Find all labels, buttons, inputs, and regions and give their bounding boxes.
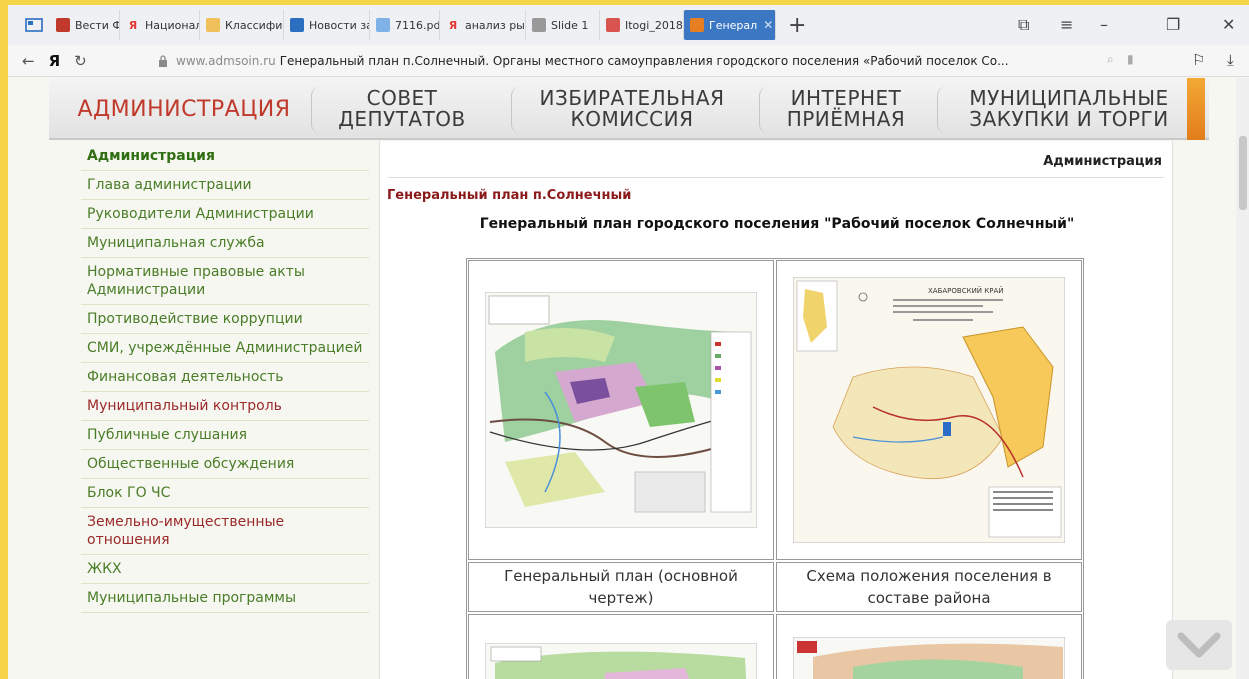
url-domain: www.admsoin.ru [176,54,276,68]
sidebar-item[interactable]: Публичные слушания [81,421,369,450]
sidebar-menu: Администрация Глава администрации Руководи… [81,142,369,613]
page-title-text: Генеральный план п.Солнечный. Органы мес… [279,54,1009,68]
divider [388,177,1164,178]
browser-tab[interactable]: Slide 1 [526,10,600,40]
url-field[interactable]: www.admsoin.ru Генеральный план п.Солнеч… [158,49,1143,73]
tab-close-icon[interactable]: ✕ [763,18,773,32]
browser-tab-bar: Вести ФМ Я Национальн Классифика Новости за 7… [8,5,1249,45]
tab-favicon-icon [376,18,390,32]
scrollbar-thumb[interactable] [1239,136,1247,210]
nav-internet-reception[interactable]: ИНТЕРНЕТ ПРИЁМНАЯ [771,78,921,140]
caption-district-scheme: Схема положения поселения в составе райо… [776,562,1082,612]
nav-separator [511,86,525,134]
sidebar-item[interactable]: Общественные обсуждения [81,450,369,479]
svg-text:ХАБАРОВСКИЙ КРАЙ: ХАБАРОВСКИЙ КРАЙ [928,286,1003,295]
window-frame-left [0,0,8,679]
sidebar-item[interactable]: Муниципальные программы [81,584,369,613]
nav-separator [311,86,325,134]
plan-main-drawing-thumbnail[interactable] [468,260,774,560]
new-tab-icon[interactable]: + [788,13,806,38]
browser-tab[interactable]: Классифика [200,10,284,40]
tab-label: Вести ФМ [75,18,119,32]
minimize-icon[interactable]: – [1100,15,1108,34]
translate-icon[interactable]: ⚐ [1192,51,1205,69]
sidebar-item[interactable]: Земельно-имущественные отношения [81,508,369,555]
tab-favicon-icon [532,18,546,32]
sidebar-item[interactable]: Нормативные правовые акты Администрации [81,258,369,305]
tab-label: анализ рын [465,18,526,32]
address-bar-row: ← Я ↻ www.admsoin.ru Генеральный план п.… [8,45,1249,77]
vertical-scrollbar[interactable] [1236,78,1249,679]
sidebar-item[interactable]: ЖКХ [81,555,369,584]
nav-administration[interactable]: АДМИНИСТРАЦИЯ [77,78,290,140]
browser-tab[interactable]: Itogi_2018. [600,10,684,40]
collections-icon[interactable]: ⧉ [1018,15,1029,35]
sidebar-item[interactable]: Руководители Администрации [81,200,369,229]
page-title: Генеральный план п.Солнечный [387,188,632,203]
sidebar-item[interactable]: СМИ, учреждённые Администрацией [81,334,369,363]
nav-election-commission[interactable]: ИЗБИРАТЕЛЬНАЯ КОМИССИЯ [527,78,737,140]
tab-favicon-icon [206,18,220,32]
tab-label: Slide 1 [551,18,589,32]
tab-favicon-icon: Я [128,18,138,32]
tabs-overview-icon[interactable] [22,13,46,37]
search-icon[interactable]: ⌕ [1107,52,1114,67]
tab-favicon-icon [290,18,304,32]
tab-favicon-icon [606,18,620,32]
sidebar-item[interactable]: Муниципальный контроль [81,392,369,421]
yandex-logo-icon[interactable]: Я [49,52,61,70]
sidebar-item[interactable]: Муниципальная служба [81,229,369,258]
back-arrow-icon[interactable]: ← [22,52,35,70]
tab-label: Itogi_2018. [625,18,684,32]
sidebar-item[interactable]: Противодействие коррупции [81,305,369,334]
reload-icon[interactable]: ↻ [74,52,87,70]
banner-ribbon-right [1187,78,1205,140]
nav-council[interactable]: СОВЕТ ДЕПУТАТОВ [337,78,467,140]
sidebar-item[interactable]: Глава администрации [81,171,369,200]
main-content: Администрация Генеральный план п.Солнечн… [379,141,1173,679]
sidebar-item[interactable]: Блок ГО ЧС [81,479,369,508]
browser-tab[interactable]: Генерал ✕ [684,10,776,40]
tab-favicon-icon [56,18,70,32]
tab-label: Новости за [309,18,370,32]
close-window-icon[interactable]: ✕ [1222,15,1235,34]
tab-label: 7116.pdf [395,18,440,32]
bookmark-icon[interactable]: ▮ [1127,52,1134,66]
scroll-down-chevron-icon[interactable] [1166,620,1232,670]
menu-icon[interactable]: ≡ [1060,15,1073,34]
breadcrumb: Администрация [1043,154,1162,169]
tab-label: Классифика [225,18,283,32]
plan-heading: Генеральный план городского поселения "Р… [479,216,1075,232]
nav-procurement[interactable]: МУНИЦИПАЛЬНЫЕ ЗАКУПКИ И ТОРГИ [949,78,1189,140]
restore-icon[interactable]: ❐ [1166,15,1180,34]
browser-tab[interactable]: Новости за [284,10,370,40]
district-position-scheme-thumbnail[interactable]: ХАБАРОВСКИЙ КРАЙ [776,260,1082,560]
plan-thumbnail-3[interactable] [468,614,774,679]
tab-label: Генерал [709,18,758,32]
tab-favicon-icon: Я [448,18,458,32]
lock-icon [159,55,167,67]
browser-tab[interactable]: Яанализ рын [440,10,526,40]
plan-gallery-table: ХАБАРОВСКИЙ КРАЙ Генеральный план (основ… [466,258,1084,679]
download-icon[interactable]: ⤓ [1227,51,1234,69]
site-nav-banner: АДМИНИСТРАЦИЯ СОВЕТ ДЕПУТАТОВ ИЗБИРАТЕЛЬ… [49,78,1209,140]
sidebar-item[interactable]: Администрация [81,142,369,171]
tab-label: Национальн [145,18,199,32]
tab-favicon-icon [690,18,704,32]
browser-tab[interactable]: 7116.pdf [370,10,440,40]
browser-tab[interactable]: Я Национальн [120,10,200,40]
caption-main-drawing: Генеральный план (основной чертеж) [468,562,774,612]
browser-tab[interactable]: Вести ФМ [50,10,120,40]
sidebar-item[interactable]: Финансовая деятельность [81,363,369,392]
plan-thumbnail-4[interactable] [776,614,1082,679]
